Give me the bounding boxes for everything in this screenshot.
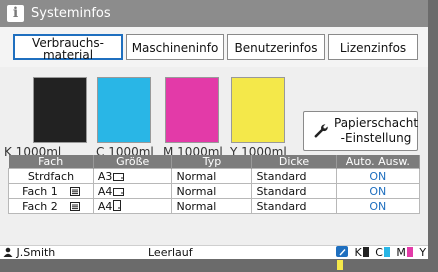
cell-fach: Fach 2 bbox=[8, 198, 94, 214]
tray-list-icon bbox=[69, 202, 80, 211]
cell-auto-text: ON bbox=[369, 169, 387, 183]
cell-typ-text: Normal bbox=[176, 199, 217, 213]
ink-status-indicators[interactable]: K C M Y bbox=[336, 246, 428, 272]
portrait-orientation-icon bbox=[113, 199, 122, 211]
cell-fach-text: Strdfach bbox=[27, 169, 75, 183]
col-header-typ: Typ bbox=[171, 155, 253, 169]
ink-c-indicator bbox=[383, 247, 390, 257]
cell-groesse: A4 bbox=[92, 198, 173, 214]
ink-y-indicator-label: Y bbox=[419, 246, 427, 259]
landscape-orientation-icon bbox=[113, 172, 125, 181]
tray-list-icon bbox=[69, 187, 80, 196]
ink-c-swatch bbox=[97, 77, 151, 143]
cell-dicke: Standard bbox=[251, 198, 337, 214]
ink-c-indicator-label: C bbox=[375, 246, 383, 259]
tab-verbrauchsmaterial[interactable]: Verbrauchs-material bbox=[13, 34, 123, 62]
tab-maschineninfo[interactable]: Maschineninfo bbox=[126, 34, 224, 60]
tray-table: Fach Größe Typ Dicke Auto. Ausw. Strdfac… bbox=[8, 155, 421, 214]
info-icon: i bbox=[7, 5, 24, 22]
ink-m-indicator-label: M bbox=[396, 246, 406, 259]
landscape-orientation-icon bbox=[113, 187, 125, 196]
table-row[interactable]: Fach 2 A4 Normal Standard ON bbox=[8, 198, 421, 214]
cell-auto: ON bbox=[335, 198, 421, 214]
cell-dicke-text: Standard bbox=[256, 169, 307, 183]
ink-m-swatch bbox=[165, 77, 219, 143]
cell-groesse-text: A4 bbox=[97, 199, 113, 213]
col-header-groesse: Größe bbox=[93, 155, 173, 169]
screen: i Systeminfos Verbrauchs-material Maschi… bbox=[0, 0, 438, 270]
col-header-fach: Fach bbox=[8, 155, 94, 169]
cell-fach-text: Fach 1 bbox=[22, 184, 58, 198]
cell-typ-text: Normal bbox=[176, 184, 217, 198]
tab-label: Benutzerinfos bbox=[234, 41, 318, 55]
scrollbar[interactable] bbox=[428, 0, 438, 258]
ink-k-swatch bbox=[33, 77, 87, 143]
table-row[interactable]: Strdfach A3 Normal Standard ON bbox=[8, 168, 421, 184]
cell-fach-text: Fach 2 bbox=[22, 199, 58, 213]
col-header-dicke: Dicke bbox=[251, 155, 337, 169]
cell-dicke-text: Standard bbox=[256, 184, 307, 198]
paper-tray-settings-button[interactable]: Papierschacht -Einstellung bbox=[303, 111, 418, 151]
table-row[interactable]: Fach 1 A4 Normal Standard ON bbox=[8, 183, 421, 199]
cell-dicke: Standard bbox=[251, 183, 337, 199]
ink-y-swatch bbox=[231, 77, 285, 143]
table-header-row: Fach Größe Typ Dicke Auto. Ausw. bbox=[8, 155, 421, 169]
current-user[interactable]: J.Smith bbox=[3, 246, 55, 259]
help-icon[interactable] bbox=[336, 246, 348, 257]
window-title: Systeminfos bbox=[31, 6, 111, 21]
user-icon bbox=[3, 247, 13, 257]
tab-label: Lizenzinfos bbox=[339, 41, 407, 55]
tab-label: Maschineninfo bbox=[131, 41, 219, 55]
consumables-content: K 1000ml C 1000ml M 1000ml Y 1000ml Papi… bbox=[0, 67, 428, 245]
system-info-panel: i Systeminfos Verbrauchs-material Maschi… bbox=[0, 0, 428, 270]
cell-typ: Normal bbox=[171, 198, 253, 214]
cell-groesse-text: A4 bbox=[97, 184, 113, 198]
status-bar: J.Smith Leerlauf K C M Y bbox=[0, 245, 428, 270]
tab-lizenzinfos[interactable]: Lizenzinfos bbox=[328, 34, 418, 60]
tab-label: Verbrauchs-material bbox=[32, 36, 104, 62]
tab-bar: Verbrauchs-material Maschineninfo Benutz… bbox=[0, 27, 428, 67]
col-header-auto: Auto. Ausw. bbox=[336, 155, 421, 169]
cell-auto: ON bbox=[335, 183, 421, 199]
wrench-icon bbox=[314, 124, 328, 138]
cell-fach: Fach 1 bbox=[8, 183, 94, 199]
paper-tray-settings-label: Papierschacht -Einstellung bbox=[334, 116, 419, 145]
cell-groesse: A4 bbox=[92, 183, 173, 199]
cell-typ: Normal bbox=[171, 183, 253, 199]
cell-auto-text: ON bbox=[369, 199, 387, 213]
ink-k-indicator bbox=[362, 247, 369, 257]
cell-groesse: A3 bbox=[92, 168, 173, 184]
cell-dicke-text: Standard bbox=[256, 199, 307, 213]
cell-auto: ON bbox=[335, 168, 421, 184]
cell-typ-text: Normal bbox=[176, 169, 217, 183]
cell-fach: Strdfach bbox=[8, 168, 94, 184]
cell-groesse-text: A3 bbox=[97, 169, 113, 183]
ink-y-indicator bbox=[337, 260, 343, 270]
ink-k-indicator-label: K bbox=[354, 246, 362, 259]
cell-auto-text: ON bbox=[369, 184, 387, 198]
cell-dicke: Standard bbox=[251, 168, 337, 184]
machine-state: Leerlauf bbox=[148, 246, 193, 259]
title-bar: i Systeminfos bbox=[0, 0, 428, 27]
cell-typ: Normal bbox=[171, 168, 253, 184]
user-name: J.Smith bbox=[16, 246, 56, 259]
tab-benutzerinfos[interactable]: Benutzerinfos bbox=[227, 34, 325, 60]
ink-m-indicator bbox=[406, 247, 413, 257]
